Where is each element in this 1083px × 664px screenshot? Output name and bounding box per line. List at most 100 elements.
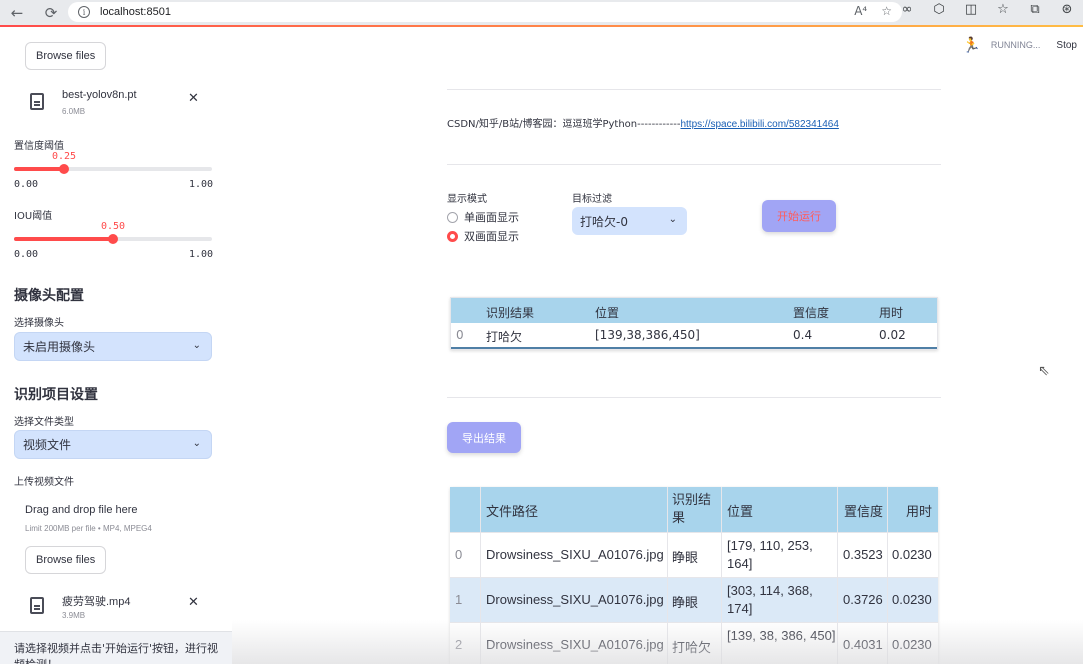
extension-copilot-icon[interactable]: ⬡	[929, 2, 949, 17]
file-size: 3.9MB	[62, 611, 86, 620]
sidebar-hint-text: 请选择视频并点击'开始运行'按钮，进行视频检测！	[14, 642, 219, 664]
radio-label: 双画面显示	[464, 230, 519, 243]
refresh-icon[interactable]: ⟳	[40, 2, 62, 24]
iou-slider[interactable]	[14, 234, 212, 244]
conf-slider-fill	[14, 167, 64, 171]
remove-file-icon[interactable]: ✕	[188, 91, 199, 106]
column-header: 置信度	[844, 504, 884, 519]
cell-confidence: 0.3523	[843, 547, 883, 562]
iou-slider-thumb[interactable]	[108, 234, 118, 244]
cell-time: 0.0230	[892, 547, 932, 562]
sidebar-hint-box: 请选择视频并点击'开始运行'按钮，进行视频检测！	[0, 631, 232, 664]
table-bottom-border	[451, 347, 937, 349]
browse-files-button-video[interactable]: Browse files	[25, 546, 107, 574]
address-bar[interactable]: i localhost:8501 A⁴ ☆	[68, 2, 902, 22]
cell-file-path: Drowsiness_SIXU_A01076.jpg	[486, 592, 664, 607]
cell-result: 打哈欠	[672, 640, 712, 655]
file-icon	[30, 93, 44, 110]
credit-text: CSDN/知乎/B站/博客园：逗逗班学Python------------	[447, 119, 681, 130]
radio-circle	[447, 211, 458, 223]
column-header: 置信度	[793, 306, 830, 320]
table-row[interactable]: 0 Drowsiness_SIXU_A01076.jpg 睁眼 [179, 11…	[450, 532, 938, 577]
cell-time: 0.0230	[892, 637, 932, 652]
run-status: 🏃 RUNNING... Stop	[962, 36, 1077, 54]
drop-zone-text[interactable]: Drag and drop file here	[25, 504, 138, 516]
camera-select-value: 未启用摄像头	[23, 340, 96, 354]
column-divider	[721, 487, 722, 664]
conf-slider[interactable]	[14, 164, 212, 174]
cell-result: 睁眼	[672, 550, 699, 565]
camera-select[interactable]: 未启用摄像头 ⌄	[14, 332, 212, 361]
column-header: 位置	[595, 306, 620, 320]
target-filter-label: 目标过滤	[572, 194, 612, 205]
collections-icon[interactable]: ⧉	[1025, 2, 1045, 17]
cell-file-path: Drowsiness_SIXU_A01076.jpg	[486, 547, 664, 562]
uploaded-video-file: 疲劳驾驶.mp4 3.9MB ✕	[28, 593, 213, 629]
back-icon[interactable]: ←	[6, 2, 28, 24]
column-divider	[480, 487, 481, 664]
cell-position: [303, 114, 368, 174]	[727, 583, 813, 616]
history-table: 文件路径 识别结果 位置 置信度 用时 0 Drowsiness_SIXU_A0…	[450, 487, 938, 664]
running-status-text: RUNNING...	[990, 40, 1041, 50]
upload-video-label: 上传视频文件	[14, 477, 74, 488]
drop-zone-limit: Limit 200MB per file • MP4, MPEG4	[25, 524, 152, 533]
file-name: best-yolov8n.pt	[62, 89, 137, 101]
site-info-icon[interactable]: i	[78, 6, 90, 18]
conf-slider-thumb[interactable]	[58, 164, 69, 174]
table-row[interactable]: 2 Drowsiness_SIXU_A01076.jpg 打哈欠 [139, 3…	[450, 622, 938, 664]
radio-circle-selected	[447, 230, 458, 242]
file-type-select-label: 选择文件类型	[14, 417, 74, 428]
camera-section-title: 摄像头配置	[14, 288, 84, 304]
radio-label: 单画面显示	[464, 211, 519, 224]
browse-files-button-model[interactable]: Browse files	[25, 42, 107, 70]
extension-infinity-icon[interactable]: ∞	[897, 2, 917, 17]
radio-dual-view[interactable]: 双画面显示	[447, 228, 519, 244]
cell-result: 睁眼	[672, 595, 699, 610]
table-row[interactable]: 1 Drowsiness_SIXU_A01076.jpg 睁眼 [303, 11…	[450, 577, 938, 622]
column-divider	[667, 487, 668, 664]
conf-slider-min: 0.00	[14, 179, 39, 190]
favorite-icon[interactable]: ☆	[881, 4, 892, 18]
cell-time: 0.02	[879, 328, 906, 342]
read-aloud-icon[interactable]: A⁴	[854, 4, 867, 18]
browser-essentials-icon[interactable]: ⊛	[1057, 2, 1077, 17]
main-content: 🏃 RUNNING... Stop CSDN/知乎/B站/博客园：逗逗班学Pyt…	[232, 27, 1083, 664]
file-size: 6.0MB	[62, 107, 86, 116]
file-type-select[interactable]: 视频文件 ⌄	[14, 430, 212, 459]
file-name: 疲劳驾驶.mp4	[62, 596, 131, 608]
column-divider	[837, 487, 838, 664]
row-index: 2	[455, 637, 463, 652]
table-header: 识别结果 位置 置信度 用时	[451, 298, 937, 323]
target-filter-value: 打哈欠-0	[580, 214, 628, 229]
chevron-down-icon: ⌄	[192, 340, 201, 351]
sidebar: Browse files best-yolov8n.pt 6.0MB ✕ 置信度…	[0, 27, 232, 664]
credit-link[interactable]: https://space.bilibili.com/582341464	[680, 119, 838, 130]
credit-line: CSDN/知乎/B站/博客园：逗逗班学Python------------htt…	[447, 115, 839, 130]
cell-file-path: Drowsiness_SIXU_A01076.jpg	[486, 637, 664, 652]
url-text[interactable]: localhost:8501	[100, 6, 171, 18]
target-filter-select[interactable]: 打哈欠-0 ⌄	[572, 207, 687, 235]
column-header: 识别结果	[672, 492, 712, 525]
column-header: 用时	[906, 504, 933, 519]
divider	[447, 397, 941, 398]
column-header: 文件路径	[486, 504, 539, 519]
cell-time: 0.0230	[892, 592, 932, 607]
start-run-button[interactable]: 开始运行	[762, 200, 836, 232]
remove-file-icon[interactable]: ✕	[188, 595, 199, 610]
display-mode-label: 显示模式	[447, 194, 487, 205]
running-person-icon: 🏃	[962, 37, 981, 54]
cell-result: 打哈欠	[486, 330, 523, 344]
radio-single-view[interactable]: 单画面显示	[447, 209, 519, 225]
uploaded-model-file: best-yolov8n.pt 6.0MB ✕	[28, 89, 213, 125]
column-divider	[887, 487, 888, 664]
split-screen-icon[interactable]: ◫	[961, 2, 981, 17]
extension-icons: ∞ ⬡ ◫ ☆ ⧉ ⊛	[897, 2, 1083, 17]
file-type-select-value: 视频文件	[23, 438, 72, 452]
stop-button[interactable]: Stop	[1056, 40, 1077, 51]
file-icon	[30, 597, 44, 614]
iou-slider-fill	[14, 237, 113, 241]
favorites-icon[interactable]: ☆	[993, 2, 1013, 17]
export-results-button[interactable]: 导出结果	[447, 422, 521, 453]
cell-confidence: 0.4	[793, 328, 813, 342]
cell-position: [139, 38, 386, 450]	[727, 628, 836, 643]
